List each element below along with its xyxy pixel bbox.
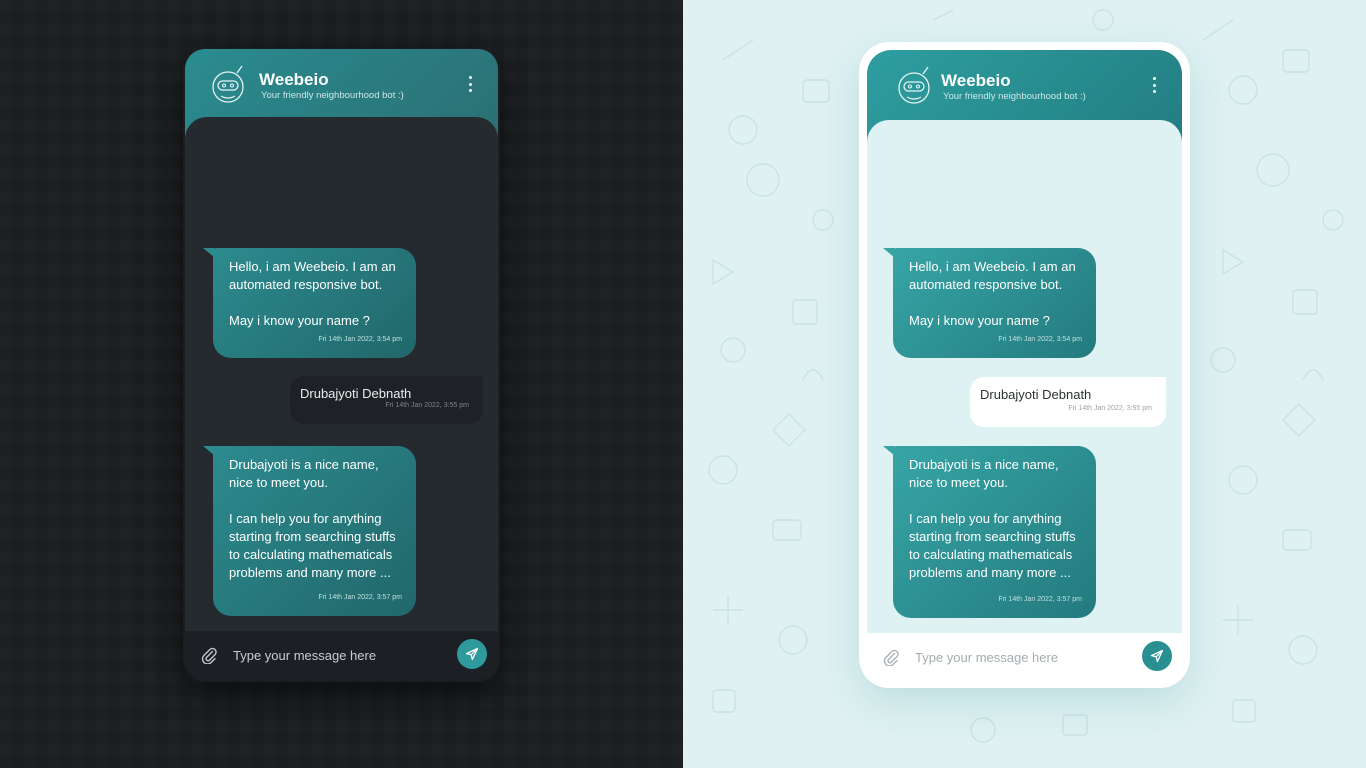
message-text: Drubajyoti is a nice name, nice to meet … — [229, 457, 396, 580]
bot-tagline: Your friendly neighbourhood bot :) — [943, 91, 1086, 102]
bot-name: Weebeio — [941, 71, 1011, 90]
bot-message: Drubajyoti is a nice name, nice to meet … — [883, 446, 1096, 618]
message-text: Drubajyoti is a nice name, nice to meet … — [909, 457, 1076, 580]
bot-message: Drubajyoti is a nice name, nice to meet … — [203, 446, 416, 616]
message-composer — [185, 631, 498, 679]
kebab-menu-icon[interactable] — [1150, 77, 1158, 93]
send-button[interactable] — [1142, 641, 1172, 671]
bot-message: Hello, i am Weebeio. I am an automated r… — [883, 248, 1096, 358]
dark-theme-panel: Weebeio Your friendly neighbourhood bot … — [0, 0, 683, 768]
robot-head-icon — [898, 66, 930, 104]
message-timestamp: Fri 14th Jan 2022, 3:57 pm — [318, 594, 402, 601]
phone-frame: Weebeio Your friendly neighbourhood bot … — [859, 42, 1190, 688]
user-message: Drubajyoti Debnath Fri 14th Jan 2022, 3:… — [970, 377, 1166, 427]
message-input[interactable] — [233, 643, 443, 667]
bot-tagline: Your friendly neighbourhood bot :) — [261, 90, 404, 101]
message-timestamp: Fri 14th Jan 2022, 3:55 pm — [385, 402, 469, 409]
chat-screen: Weebeio Your friendly neighbourhood bot … — [867, 50, 1182, 680]
message-list[interactable]: Hello, i am Weebeio. I am an automated r… — [867, 120, 1182, 635]
light-theme-panel: Weebeio Your friendly neighbourhood bot … — [683, 0, 1366, 768]
message-text: Hello, i am Weebeio. I am an automated r… — [229, 259, 396, 328]
kebab-menu-icon[interactable] — [466, 76, 474, 92]
message-timestamp: Fri 14th Jan 2022, 3:54 pm — [318, 336, 402, 343]
robot-head-icon — [212, 65, 244, 103]
bot-message: Hello, i am Weebeio. I am an automated r… — [203, 248, 416, 358]
chat-screen: Weebeio Your friendly neighbourhood bot … — [185, 49, 498, 679]
bot-name: Weebeio — [259, 70, 329, 89]
message-text: Hello, i am Weebeio. I am an automated r… — [909, 259, 1076, 328]
user-message: Drubajyoti Debnath Fri 14th Jan 2022, 3:… — [290, 376, 483, 424]
send-button[interactable] — [457, 639, 487, 669]
paperclip-icon[interactable] — [882, 648, 900, 666]
message-timestamp: Fri 14th Jan 2022, 3:54 pm — [998, 336, 1082, 343]
message-composer — [867, 633, 1182, 680]
message-timestamp: Fri 14th Jan 2022, 3:55 pm — [1068, 405, 1152, 412]
message-list[interactable]: Hello, i am Weebeio. I am an automated r… — [185, 117, 498, 633]
send-icon — [1150, 649, 1164, 663]
phone-frame: Weebeio Your friendly neighbourhood bot … — [183, 48, 500, 682]
message-timestamp: Fri 14th Jan 2022, 3:57 pm — [998, 596, 1082, 603]
send-icon — [465, 647, 479, 661]
paperclip-icon[interactable] — [200, 646, 218, 664]
message-input[interactable] — [915, 645, 1125, 669]
